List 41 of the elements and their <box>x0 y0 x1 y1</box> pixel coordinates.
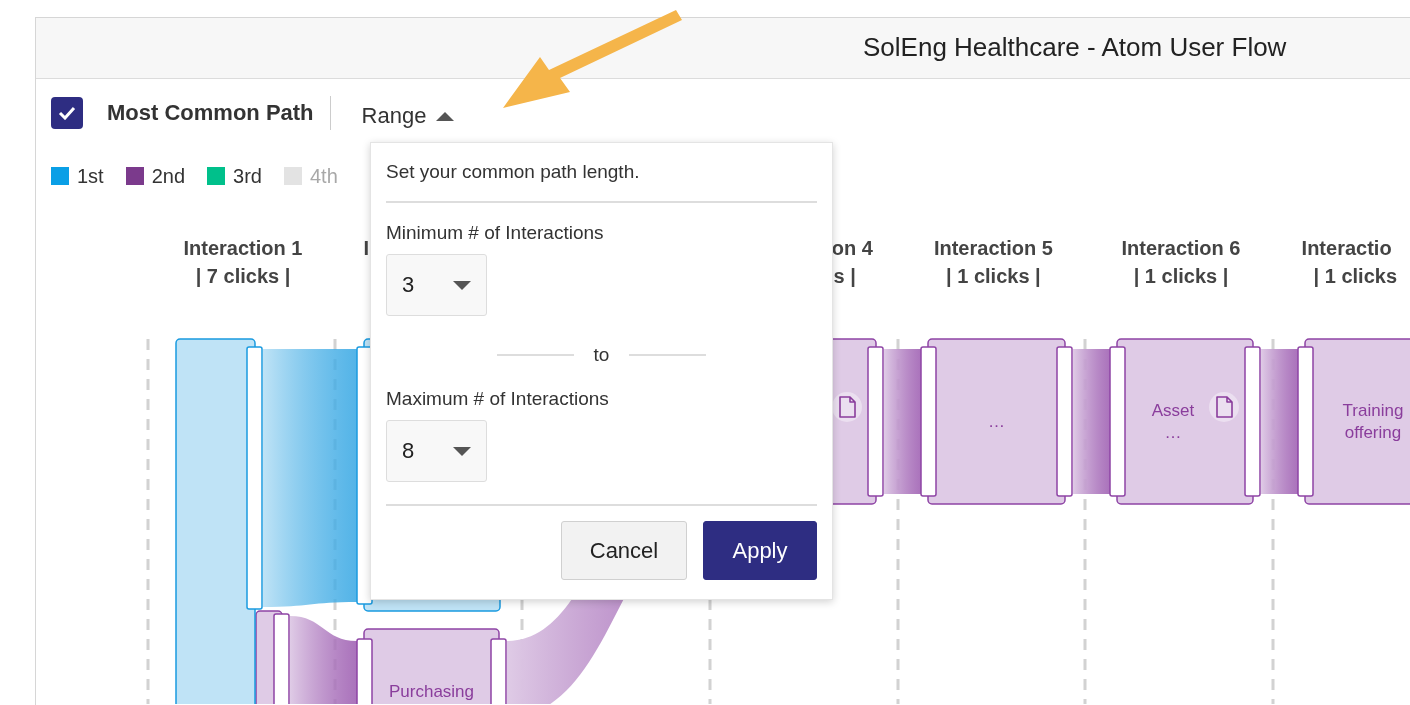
flow-node[interactable] <box>175 338 263 704</box>
click-count: | 1 clicks <box>1313 265 1398 287</box>
click-count: | 7 clicks | <box>195 265 291 287</box>
legend-label: 4th <box>309 164 338 188</box>
click-count: | 1 clicks | <box>1133 265 1229 287</box>
popover-description: Set your common path length. <box>386 161 817 203</box>
flow-node[interactable] <box>920 338 1073 505</box>
node-label: … <box>988 412 1005 431</box>
column-title: Interactio <box>1301 237 1392 259</box>
legend-label: 1st <box>77 164 104 188</box>
window-title: SolEng Healthcare - Atom User Flow <box>863 32 1287 63</box>
node-label: Asset … <box>1151 401 1195 442</box>
flow-node[interactable] <box>255 610 290 704</box>
column-title: Interaction 5 <box>933 237 1053 259</box>
minimum-select[interactable]: 3 <box>386 254 487 316</box>
checkbox-label: Most Common Path <box>107 100 314 126</box>
legend-label: 3rd <box>233 164 262 188</box>
maximum-select[interactable]: 8 <box>386 420 487 482</box>
cancel-button[interactable]: Cancel <box>561 521 687 580</box>
field-label: Minimum # of Interactions <box>386 222 605 244</box>
apply-button[interactable]: Apply <box>703 521 817 580</box>
field-label: Maximum # of Interactions <box>386 388 610 410</box>
column-title: I <box>363 237 370 259</box>
caret-icon <box>453 446 471 456</box>
column-title: Interaction 1 <box>183 237 303 259</box>
check-icon <box>58 106 76 120</box>
separator-label: to <box>593 344 610 366</box>
flow-node[interactable] <box>356 628 507 704</box>
legend-label: 2nd <box>151 164 186 188</box>
flow-node[interactable] <box>1109 338 1261 505</box>
node-label: Purchasing <box>388 682 475 701</box>
document-icon <box>1209 392 1239 422</box>
node-label: Training offering <box>1342 401 1404 442</box>
column-title: on 4 <box>831 237 873 259</box>
column-title: Interaction 6 <box>1121 237 1241 259</box>
checkbox[interactable] <box>51 97 83 129</box>
click-count: s | <box>833 265 856 287</box>
click-count: | 1 clicks | <box>946 265 1041 287</box>
flow-node[interactable] <box>1297 338 1410 505</box>
range-dropdown[interactable]: Range <box>346 103 455 129</box>
caret-icon <box>453 280 471 290</box>
